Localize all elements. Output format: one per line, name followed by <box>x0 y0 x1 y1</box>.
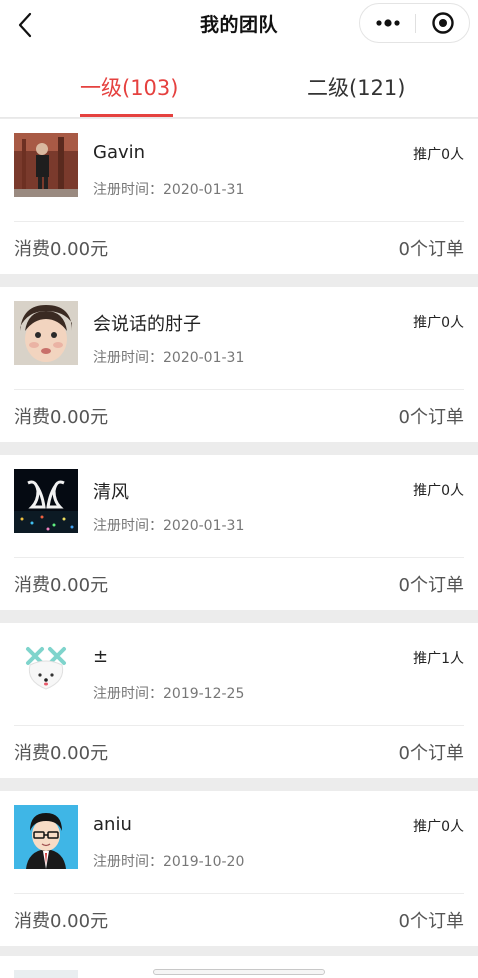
member-name: aniu <box>93 814 132 835</box>
list-gap <box>0 610 478 623</box>
registration-date: 注册时间：2020-01-31 <box>93 518 245 534</box>
list-item[interactable]: aniu 注册时间：2019-10-20 推广0人 消费0.00元 0个订单 <box>0 791 478 946</box>
active-tab-indicator <box>80 114 173 117</box>
member-name: ± <box>93 646 109 667</box>
list-item[interactable]: 会说话的肘子 注册时间：2020-01-31 推广0人 消费0.00元 0个订单 <box>0 287 478 442</box>
level-tabs: 一级(103) 二级(121) <box>0 50 478 118</box>
order-count: 0个订单 <box>398 407 464 428</box>
more-dots-icon <box>376 19 400 27</box>
close-button[interactable] <box>416 4 470 42</box>
list-gap <box>0 274 478 287</box>
member-list: Gavin 注册时间：2020-01-31 推广0人 消费0.00元 0个订单 … <box>0 119 478 946</box>
spend-amount: 消费0.00元 <box>14 911 109 932</box>
tab-level-2[interactable]: 二级(121) <box>307 72 405 102</box>
list-item[interactable]: ± 注册时间：2019-12-25 推广1人 消费0.00元 0个订单 <box>0 623 478 778</box>
avatar <box>14 301 78 365</box>
list-gap <box>0 442 478 455</box>
divider <box>14 725 464 726</box>
target-close-icon <box>432 12 454 34</box>
avatar <box>14 469 78 533</box>
divider <box>14 893 464 894</box>
avatar <box>14 805 78 869</box>
more-button[interactable] <box>360 4 415 42</box>
promotion-count: 推广1人 <box>413 651 464 667</box>
order-count: 0个订单 <box>398 575 464 596</box>
registration-date: 注册时间：2019-10-20 <box>93 854 245 870</box>
spend-amount: 消费0.00元 <box>14 743 109 764</box>
spend-amount: 消费0.00元 <box>14 239 109 260</box>
order-count: 0个订单 <box>398 743 464 764</box>
divider <box>14 221 464 222</box>
list-gap <box>0 778 478 791</box>
registration-date: 注册时间：2019-12-25 <box>93 686 245 702</box>
divider <box>14 389 464 390</box>
order-count: 0个订单 <box>398 239 464 260</box>
mini-program-capsule <box>359 3 470 43</box>
promotion-count: 推广0人 <box>413 819 464 835</box>
promotion-count: 推广0人 <box>413 147 464 163</box>
scrollbar[interactable] <box>153 969 325 975</box>
avatar <box>14 133 78 197</box>
registration-date: 注册时间：2020-01-31 <box>93 350 245 366</box>
order-count: 0个订单 <box>398 911 464 932</box>
nav-bar: 我的团队 <box>0 0 478 50</box>
list-item[interactable]: 清风 注册时间：2020-01-31 推广0人 消费0.00元 0个订单 <box>0 455 478 610</box>
promotion-count: 推广0人 <box>413 315 464 331</box>
spend-amount: 消费0.00元 <box>14 575 109 596</box>
member-name: Gavin <box>93 142 146 163</box>
list-item[interactable]: Gavin 注册时间：2020-01-31 推广0人 消费0.00元 0个订单 <box>0 119 478 274</box>
avatar <box>14 970 78 978</box>
promotion-count: 推广0人 <box>413 483 464 499</box>
divider <box>14 557 464 558</box>
avatar <box>14 637 78 701</box>
member-name: 清风 <box>93 482 129 503</box>
tab-level-1[interactable]: 一级(103) <box>80 72 178 102</box>
member-name: 会说话的肘子 <box>93 314 201 335</box>
spend-amount: 消费0.00元 <box>14 407 109 428</box>
registration-date: 注册时间：2020-01-31 <box>93 182 245 198</box>
